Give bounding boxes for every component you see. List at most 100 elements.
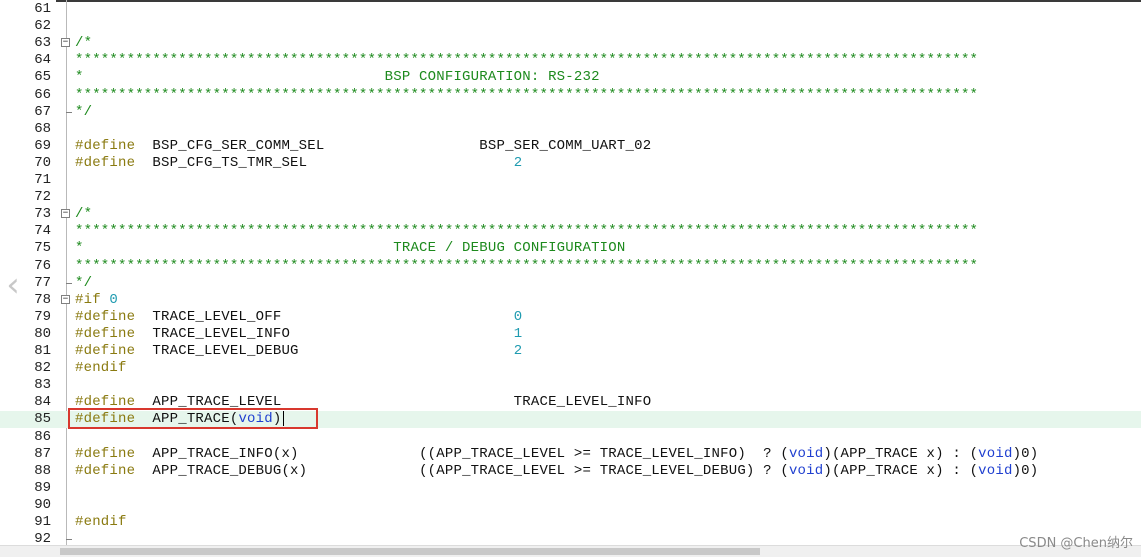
- code-line[interactable]: 90: [0, 497, 1141, 514]
- code-body: APP_TRACE_INFO(x) ((APP_TRACE_LEVEL >= T…: [152, 445, 1039, 462]
- code-body: APP_TRACE_DEBUG(x) ((APP_TRACE_LEVEL >= …: [152, 462, 1039, 479]
- code-line[interactable]: 66 **************************************…: [0, 87, 1141, 104]
- comment-text: ****************************************…: [75, 52, 979, 69]
- line-number: 86: [34, 428, 51, 445]
- fold-toggle-icon[interactable]: −: [61, 38, 70, 48]
- code-text[interactable]: ****************************************…: [75, 87, 978, 104]
- line-number: 88: [34, 462, 51, 479]
- code-text[interactable]: ****************************************…: [75, 223, 978, 240]
- fold-end-marker: [66, 104, 72, 113]
- code-line[interactable]: 82 #endif: [0, 360, 1141, 377]
- code-line[interactable]: 75 * TRACE / DEBUG CONFIGURATION: [0, 240, 1141, 257]
- preprocessor-directive: #define: [75, 137, 136, 154]
- comment-text: /*: [75, 35, 93, 52]
- code-line[interactable]: 62: [0, 18, 1141, 35]
- code-line[interactable]: 63−/*: [0, 35, 1141, 52]
- code-line[interactable]: 67 */: [0, 104, 1141, 121]
- code-text[interactable]: #define TRACE_LEVEL_INFO 1: [75, 326, 522, 343]
- comment-text: */: [75, 274, 93, 291]
- line-number: 63: [34, 35, 51, 52]
- line-number: 67: [34, 103, 51, 120]
- code-line[interactable]: 71: [0, 172, 1141, 189]
- keyword-void: void: [788, 445, 824, 462]
- preprocessor-directive: #define: [75, 462, 136, 479]
- numeric-literal: 2: [513, 154, 523, 171]
- code-editor[interactable]: 61 62 63−/* 64 *****************************…: [0, 0, 1141, 557]
- code-line[interactable]: 72: [0, 189, 1141, 206]
- comment-text: * BSP CONFIGURATION: RS-232: [75, 69, 600, 86]
- code-line[interactable]: 81 #define TRACE_LEVEL_DEBUG 2: [0, 343, 1141, 360]
- code-line[interactable]: 77 */: [0, 275, 1141, 292]
- code-line[interactable]: 64 **************************************…: [0, 52, 1141, 69]
- code-text[interactable]: #define TRACE_LEVEL_OFF 0: [75, 309, 522, 326]
- code-line[interactable]: 68: [0, 121, 1141, 138]
- line-number: 72: [34, 189, 51, 206]
- code-text[interactable]: #endif: [75, 514, 135, 531]
- code-text[interactable]: #endif: [75, 360, 135, 377]
- code-line[interactable]: 80 #define TRACE_LEVEL_INFO 1: [0, 326, 1141, 343]
- numeric-literal: 1: [513, 325, 523, 342]
- line-number: 87: [34, 445, 51, 462]
- line-number: 74: [34, 223, 51, 240]
- preprocessor-directive: #endif: [75, 360, 127, 377]
- code-text[interactable]: #define TRACE_LEVEL_DEBUG 2: [75, 343, 522, 360]
- horizontal-scrollbar[interactable]: [0, 545, 1141, 557]
- code-line[interactable]: 69 #define BSP_CFG_SER_COMM_SEL BSP_SER_C…: [0, 138, 1141, 155]
- preprocessor-directive: #define: [75, 308, 136, 325]
- line-number: 75: [34, 240, 51, 257]
- line-number: 69: [34, 137, 51, 154]
- line-number: 64: [34, 52, 51, 69]
- code-body: TRACE_LEVEL_INFO: [152, 325, 514, 342]
- keyword-void: void: [978, 462, 1013, 479]
- code-text[interactable]: ****************************************…: [75, 258, 978, 275]
- numeric-literal: 0: [513, 308, 523, 325]
- code-line[interactable]: 70 #define BSP_CFG_TS_TMR_SEL 2: [0, 155, 1141, 172]
- comment-text: ****************************************…: [75, 223, 979, 240]
- line-number: 62: [34, 18, 51, 35]
- code-line[interactable]: 88 #define APP_TRACE_DEBUG(x) ((APP_TRACE…: [0, 463, 1141, 480]
- code-text[interactable]: ****************************************…: [75, 52, 978, 69]
- code-text[interactable]: /*: [75, 206, 92, 223]
- comment-text: /*: [75, 206, 93, 223]
- code-text[interactable]: #define BSP_CFG_SER_COMM_SEL BSP_SER_COM…: [75, 138, 651, 155]
- line-number: 89: [34, 479, 51, 496]
- code-text[interactable]: */: [75, 104, 92, 121]
- code-line[interactable]: 91 #endif: [0, 514, 1141, 531]
- code-text[interactable]: * BSP CONFIGURATION: RS-232: [75, 69, 600, 86]
- line-number: 68: [34, 120, 51, 137]
- line-number: 85: [34, 411, 51, 428]
- code-line[interactable]: 79 #define TRACE_LEVEL_OFF 0: [0, 309, 1141, 326]
- code-text[interactable]: * TRACE / DEBUG CONFIGURATION: [75, 240, 626, 257]
- code-text[interactable]: #if 0: [75, 292, 118, 309]
- line-number: 61: [34, 1, 51, 17]
- code-line[interactable]: 86: [0, 429, 1141, 446]
- fold-toggle-icon[interactable]: −: [61, 209, 70, 219]
- code-text[interactable]: #define BSP_CFG_TS_TMR_SEL 2: [75, 155, 522, 172]
- code-text[interactable]: #define APP_TRACE_DEBUG(x) ((APP_TRACE_L…: [75, 463, 1038, 480]
- code-line[interactable]: 74 **************************************…: [0, 223, 1141, 240]
- code-line[interactable]: 76 **************************************…: [0, 258, 1141, 275]
- line-number: 79: [34, 308, 51, 325]
- code-body: BSP_CFG_TS_TMR_SEL: [152, 154, 514, 171]
- line-number: 80: [34, 325, 51, 342]
- preprocessor-directive: #define: [75, 154, 136, 171]
- fold-toggle-icon[interactable]: −: [61, 294, 70, 304]
- chevron-left-icon[interactable]: ‹: [0, 262, 26, 308]
- code-line[interactable]: 83: [0, 377, 1141, 394]
- preprocessor-directive: #if: [75, 291, 101, 308]
- code-body: TRACE_LEVEL_OFF: [152, 308, 514, 325]
- scrollbar-thumb[interactable]: [60, 548, 760, 555]
- code-text[interactable]: */: [75, 275, 92, 292]
- code-line[interactable]: 78− #if 0: [0, 292, 1141, 309]
- preprocessor-directive: #define: [75, 343, 136, 359]
- code-line[interactable]: 73−/*: [0, 206, 1141, 223]
- code-text[interactable]: #define APP_TRACE_INFO(x) ((APP_TRACE_LE…: [75, 446, 1038, 463]
- code-line[interactable]: 89: [0, 480, 1141, 497]
- comment-text: ****************************************…: [75, 86, 979, 103]
- line-number: 90: [34, 496, 51, 513]
- code-line[interactable]: 61: [0, 1, 1141, 18]
- code-line[interactable]: 65 * BSP CONFIGURATION: RS-232: [0, 69, 1141, 86]
- code-line[interactable]: 87 #define APP_TRACE_INFO(x) ((APP_TRACE_…: [0, 446, 1141, 463]
- code-text[interactable]: /*: [75, 35, 92, 52]
- line-number: 65: [34, 69, 51, 86]
